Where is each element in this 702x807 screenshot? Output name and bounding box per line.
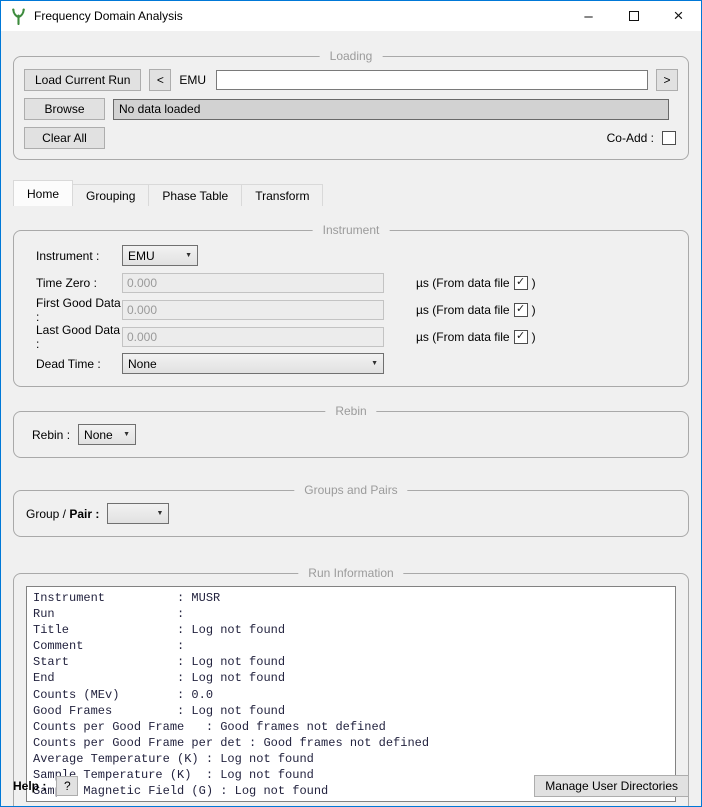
group-pair-select[interactable]: ▼ bbox=[107, 503, 169, 524]
run-number-input[interactable] bbox=[216, 70, 648, 90]
coadd-label: Co-Add : bbox=[607, 131, 654, 145]
close-icon: × bbox=[674, 6, 684, 26]
tab-transform[interactable]: Transform bbox=[241, 184, 323, 206]
time-zero-unit-prefix: µs (From data file bbox=[416, 276, 510, 290]
clear-row: Clear All Co-Add : bbox=[24, 127, 678, 149]
dead-time-row: Dead Time : None ▼ bbox=[36, 353, 674, 374]
instrument-select-value: EMU bbox=[128, 249, 155, 263]
tab-home-label: Home bbox=[27, 187, 59, 201]
instrument-group-title: Instrument bbox=[313, 223, 390, 237]
instrument-groupbox: Instrument Instrument : EMU ▼ Time Zero … bbox=[13, 230, 689, 387]
next-run-button[interactable]: > bbox=[656, 69, 678, 91]
last-good-data-label: Last Good Data : bbox=[36, 323, 122, 351]
instrument-prefix-label: EMU bbox=[179, 73, 206, 87]
last-good-data-from-file-checkbox[interactable]: ✓ bbox=[514, 330, 528, 344]
help-button[interactable]: ? bbox=[56, 776, 78, 796]
app-icon bbox=[10, 8, 27, 25]
tab-grouping[interactable]: Grouping bbox=[72, 184, 149, 206]
rebin-group-title: Rebin bbox=[325, 404, 376, 418]
tab-transform-label: Transform bbox=[255, 189, 309, 203]
file-status-field: No data loaded bbox=[113, 99, 669, 120]
run-information-groupbox: Run Information Instrument : MUSR Run : … bbox=[13, 573, 689, 807]
window-controls: – × bbox=[566, 1, 701, 31]
group-pair-label: Group / Pair : bbox=[26, 507, 99, 521]
first-good-data-from-file-checkbox[interactable]: ✓ bbox=[514, 303, 528, 317]
titlebar: Frequency Domain Analysis – × bbox=[1, 1, 701, 31]
load-run-row: Load Current Run < EMU > bbox=[24, 69, 678, 91]
help-wrap: Help : ? bbox=[13, 776, 78, 796]
chevron-down-icon: ▼ bbox=[156, 510, 163, 517]
first-good-data-input[interactable] bbox=[122, 300, 384, 320]
tab-bar: Home Grouping Phase Table Transform bbox=[13, 180, 689, 206]
browse-button[interactable]: Browse bbox=[24, 98, 105, 120]
time-zero-row: Time Zero : µs (From data file ✓ ) bbox=[36, 272, 674, 293]
coadd-checkbox[interactable] bbox=[662, 131, 676, 145]
first-good-data-unit-prefix: µs (From data file bbox=[416, 303, 510, 317]
previous-run-button[interactable]: < bbox=[149, 69, 171, 91]
rebin-row: Rebin : None ▼ bbox=[32, 424, 674, 445]
groups-pairs-groupbox: Groups and Pairs Group / Pair : ▼ bbox=[13, 490, 689, 537]
run-information-text: Instrument : MUSR Run : Title : Log not … bbox=[26, 586, 676, 802]
first-good-data-unit: µs (From data file ✓ ) bbox=[416, 303, 536, 317]
load-current-run-button[interactable]: Load Current Run bbox=[24, 69, 141, 91]
chevron-down-icon: ▼ bbox=[371, 360, 378, 367]
rebin-select-value: None bbox=[84, 428, 113, 442]
coadd-wrap: Co-Add : bbox=[607, 131, 678, 145]
time-zero-label: Time Zero : bbox=[36, 276, 122, 290]
minimize-button[interactable]: – bbox=[566, 1, 611, 31]
last-good-data-row: Last Good Data : µs (From data file ✓ ) bbox=[36, 326, 674, 347]
group-pair-row: Group / Pair : ▼ bbox=[26, 503, 674, 524]
first-good-data-unit-suffix: ) bbox=[532, 303, 536, 317]
tab-grouping-label: Grouping bbox=[86, 189, 135, 203]
maximize-button[interactable] bbox=[611, 1, 656, 31]
last-good-data-unit: µs (From data file ✓ ) bbox=[416, 330, 536, 344]
time-zero-from-file-checkbox[interactable]: ✓ bbox=[514, 276, 528, 290]
manage-user-directories-button[interactable]: Manage User Directories bbox=[534, 775, 689, 797]
close-button[interactable]: × bbox=[656, 1, 701, 31]
instrument-select[interactable]: EMU ▼ bbox=[122, 245, 198, 266]
time-zero-unit-suffix: ) bbox=[532, 276, 536, 290]
loading-groupbox: Loading Load Current Run < EMU > Browse … bbox=[13, 56, 689, 160]
tab-phase-table-label: Phase Table bbox=[162, 189, 228, 203]
help-label: Help : bbox=[13, 779, 46, 793]
chevron-down-icon: ▼ bbox=[123, 431, 130, 438]
group-pair-label-bold: Pair : bbox=[69, 507, 99, 521]
dead-time-select-value: None bbox=[128, 357, 157, 371]
loading-group-title: Loading bbox=[320, 49, 383, 63]
dead-time-label: Dead Time : bbox=[36, 357, 122, 371]
groups-pairs-group-title: Groups and Pairs bbox=[294, 483, 407, 497]
last-good-data-input[interactable] bbox=[122, 327, 384, 347]
rebin-label: Rebin : bbox=[32, 428, 70, 442]
clear-all-button[interactable]: Clear All bbox=[24, 127, 105, 149]
chevron-down-icon: ▼ bbox=[185, 252, 192, 259]
rebin-select[interactable]: None ▼ bbox=[78, 424, 136, 445]
last-good-data-unit-suffix: ) bbox=[532, 330, 536, 344]
tab-home[interactable]: Home bbox=[13, 180, 73, 206]
window-title: Frequency Domain Analysis bbox=[34, 9, 566, 23]
rebin-groupbox: Rebin Rebin : None ▼ bbox=[13, 411, 689, 458]
tab-phase-table[interactable]: Phase Table bbox=[148, 184, 242, 206]
time-zero-input[interactable] bbox=[122, 273, 384, 293]
dead-time-select[interactable]: None ▼ bbox=[122, 353, 384, 374]
group-pair-label-regular: Group / bbox=[26, 507, 69, 521]
instrument-label: Instrument : bbox=[36, 249, 122, 263]
run-information-group-title: Run Information bbox=[298, 566, 403, 580]
minimize-icon: – bbox=[584, 8, 592, 25]
first-good-data-row: First Good Data : µs (From data file ✓ ) bbox=[36, 299, 674, 320]
time-zero-unit: µs (From data file ✓ ) bbox=[416, 276, 536, 290]
browse-row: Browse No data loaded bbox=[24, 98, 678, 120]
maximize-icon bbox=[629, 11, 639, 21]
instrument-row: Instrument : EMU ▼ bbox=[36, 245, 674, 266]
app-window: Frequency Domain Analysis – × Loading Lo… bbox=[0, 0, 702, 807]
last-good-data-unit-prefix: µs (From data file bbox=[416, 330, 510, 344]
first-good-data-label: First Good Data : bbox=[36, 296, 122, 324]
footer: Help : ? Manage User Directories bbox=[13, 775, 689, 797]
